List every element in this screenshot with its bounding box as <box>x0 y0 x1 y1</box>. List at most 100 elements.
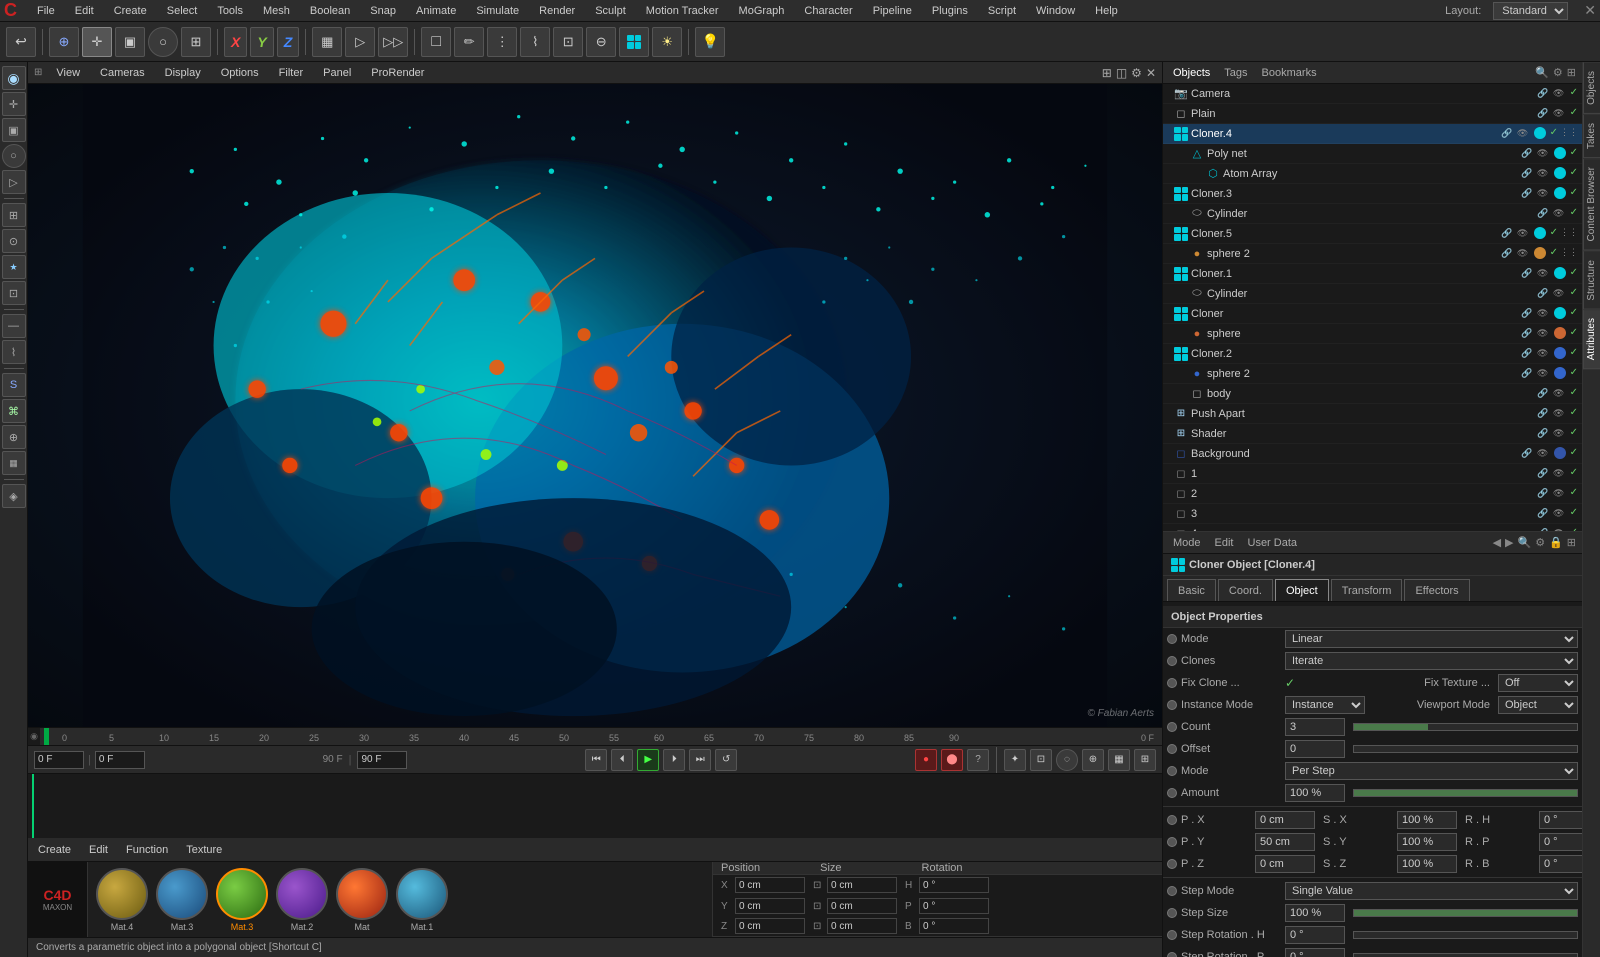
tab-coord[interactable]: Coord. <box>1218 579 1273 601</box>
obj-sphere-main[interactable]: ● sphere 🔗 👁 ✓ <box>1163 324 1582 344</box>
step-rot-h-input[interactable] <box>1285 926 1345 944</box>
menu-simulate[interactable]: Simulate <box>472 3 523 19</box>
fix-texture-select[interactable]: Off <box>1498 674 1578 692</box>
viewport-icon-settings[interactable]: ⚙ <box>1131 66 1142 80</box>
next-frame-btn[interactable]: ⏵ <box>663 749 685 771</box>
bg-vis-icon[interactable]: 👁 <box>1536 447 1550 461</box>
x-axis-btn[interactable]: X <box>224 27 247 57</box>
motion-record-btn[interactable]: ⊕ <box>1082 749 1104 771</box>
n2-link-icon[interactable]: 🔗 <box>1536 487 1550 501</box>
cam-link-icon[interactable]: 🔗 <box>1536 87 1550 101</box>
obj-background[interactable]: ◻ Background 🔗 👁 ✓ <box>1163 444 1582 464</box>
left-tool-9[interactable]: ⊡ <box>2 281 26 305</box>
side-tab-takes[interactable]: Takes <box>1583 114 1600 158</box>
left-tool-2[interactable]: ✛ <box>2 92 26 116</box>
count-slider[interactable] <box>1353 723 1578 731</box>
left-tool-4[interactable]: ○ <box>2 144 26 168</box>
menu-sculpt[interactable]: Sculpt <box>591 3 630 19</box>
attr-lock-icon[interactable]: 🔒 <box>1549 536 1563 549</box>
aa-vis-icon[interactable]: 👁 <box>1536 167 1550 181</box>
attr-nav-prev[interactable]: ◀ <box>1493 536 1501 549</box>
bottom-menu-create[interactable]: Create <box>34 842 75 858</box>
obj-mgr-tags-tab[interactable]: Tags <box>1220 65 1251 81</box>
position-y-input[interactable] <box>735 898 805 914</box>
y-axis-btn[interactable]: Y <box>250 27 273 57</box>
spline-btn[interactable]: ⌇ <box>520 27 550 57</box>
n3-link-icon[interactable]: 🔗 <box>1536 507 1550 521</box>
left-tool-8[interactable]: ★ <box>2 255 26 279</box>
menu-boolean[interactable]: Boolean <box>306 3 354 19</box>
cm-link-icon[interactable]: 🔗 <box>1520 307 1534 321</box>
side-tab-structure[interactable]: Structure <box>1583 251 1600 310</box>
side-tab-objects[interactable]: Objects <box>1583 62 1600 114</box>
cy1-vis-icon[interactable]: 👁 <box>1552 207 1566 221</box>
menu-select[interactable]: Select <box>163 3 202 19</box>
render-to-picture-btn[interactable]: ▦ <box>312 27 342 57</box>
viewport-menu-filter[interactable]: Filter <box>273 65 309 81</box>
rp-input[interactable] <box>1539 833 1582 851</box>
key-help-btn[interactable]: ? <box>967 749 989 771</box>
viewport-menu-cameras[interactable]: Cameras <box>94 65 151 81</box>
timeline-expand-btn[interactable]: ⊞ <box>1134 749 1156 771</box>
mode2-select[interactable]: Per Step <box>1285 762 1578 780</box>
count-input[interactable] <box>1285 718 1345 736</box>
step-rot-h-slider[interactable] <box>1353 931 1578 939</box>
light-icon-btn[interactable]: 💡 <box>695 27 725 57</box>
sx-input[interactable] <box>1397 811 1457 829</box>
menu-window[interactable]: Window <box>1032 3 1079 19</box>
render-region-btn[interactable]: ▷▷ <box>378 27 408 57</box>
sh-link-icon[interactable]: 🔗 <box>1536 427 1550 441</box>
material-1[interactable]: Mat <box>336 868 388 932</box>
obj-body[interactable]: ◻ body 🔗 👁 ✓ <box>1163 384 1582 404</box>
rotate-tool-btn[interactable]: ○ <box>148 27 178 57</box>
position-x-input[interactable] <box>735 877 805 893</box>
select-tool-btn[interactable]: ⊕ <box>49 27 79 57</box>
cam-vis-icon[interactable]: 👁 <box>1552 87 1566 101</box>
left-tool-14[interactable]: ⊕ <box>2 425 26 449</box>
amount-slider[interactable] <box>1353 789 1578 797</box>
obj-cloner1[interactable]: Cloner.1 🔗 👁 ✓ <box>1163 264 1582 284</box>
c1-vis-icon[interactable]: 👁 <box>1536 267 1550 281</box>
n1-vis-icon[interactable]: 👁 <box>1552 467 1566 481</box>
c1-link-icon[interactable]: 🔗 <box>1520 267 1534 281</box>
bottom-menu-edit[interactable]: Edit <box>85 842 112 858</box>
obj-search-icon[interactable]: 🔍 <box>1535 66 1549 79</box>
menu-snap[interactable]: Snap <box>366 3 400 19</box>
viewport-menu-display[interactable]: Display <box>159 65 207 81</box>
goto-start-btn[interactable]: ⏮ <box>585 749 607 771</box>
side-tab-attributes[interactable]: Attributes <box>1583 309 1600 369</box>
pz-input[interactable] <box>1255 855 1315 873</box>
attr-nav-next[interactable]: ▶ <box>1505 536 1513 549</box>
viewport-menu-view[interactable]: View <box>50 65 86 81</box>
step-rot-p-slider[interactable] <box>1353 953 1578 957</box>
size-y-input[interactable] <box>827 898 897 914</box>
c5-vis-icon[interactable]: 👁 <box>1516 227 1530 241</box>
position-z-input[interactable] <box>735 918 805 934</box>
left-tool-1[interactable]: ◉ <box>2 66 26 90</box>
c4-vis-icon[interactable]: 👁 <box>1516 127 1530 141</box>
attr-expand-icon[interactable]: ⊞ <box>1567 536 1576 549</box>
viewport-icon-camera[interactable]: ◫ <box>1116 66 1127 80</box>
obj-cloner4[interactable]: Cloner.4 🔗 👁 ✓ ⋮⋮ <box>1163 124 1582 144</box>
step-size-slider[interactable] <box>1353 909 1578 917</box>
mode-select[interactable]: Linear <box>1285 630 1578 648</box>
bg-link-icon[interactable]: 🔗 <box>1520 447 1534 461</box>
timeline-settings-btn[interactable]: ▦ <box>1108 749 1130 771</box>
n2-vis-icon[interactable]: 👁 <box>1552 487 1566 501</box>
close-btn[interactable]: ✕ <box>1584 2 1596 19</box>
obj-cloner2[interactable]: Cloner.2 🔗 👁 ✓ <box>1163 344 1582 364</box>
obj-shader[interactable]: ⊞ Shader 🔗 👁 ✓ <box>1163 424 1582 444</box>
start-frame-input[interactable] <box>95 751 145 769</box>
bd-link-icon[interactable]: 🔗 <box>1536 387 1550 401</box>
bottom-menu-texture[interactable]: Texture <box>182 842 226 858</box>
material-1a[interactable]: Mat.1 <box>396 868 448 932</box>
loop-btn[interactable]: ↺ <box>715 749 737 771</box>
attr-search-icon[interactable]: 🔍 <box>1518 536 1532 549</box>
c3-link-icon[interactable]: 🔗 <box>1520 187 1534 201</box>
z-axis-btn[interactable]: Z <box>277 27 300 57</box>
motion-path-btn[interactable]: ◌ <box>1056 749 1078 771</box>
obj-mgr-objects-tab[interactable]: Objects <box>1169 65 1214 81</box>
left-tool-6[interactable]: ⊞ <box>2 203 26 227</box>
prev-frame-btn[interactable]: ⏴ <box>611 749 633 771</box>
c3-vis-icon[interactable]: 👁 <box>1536 187 1550 201</box>
